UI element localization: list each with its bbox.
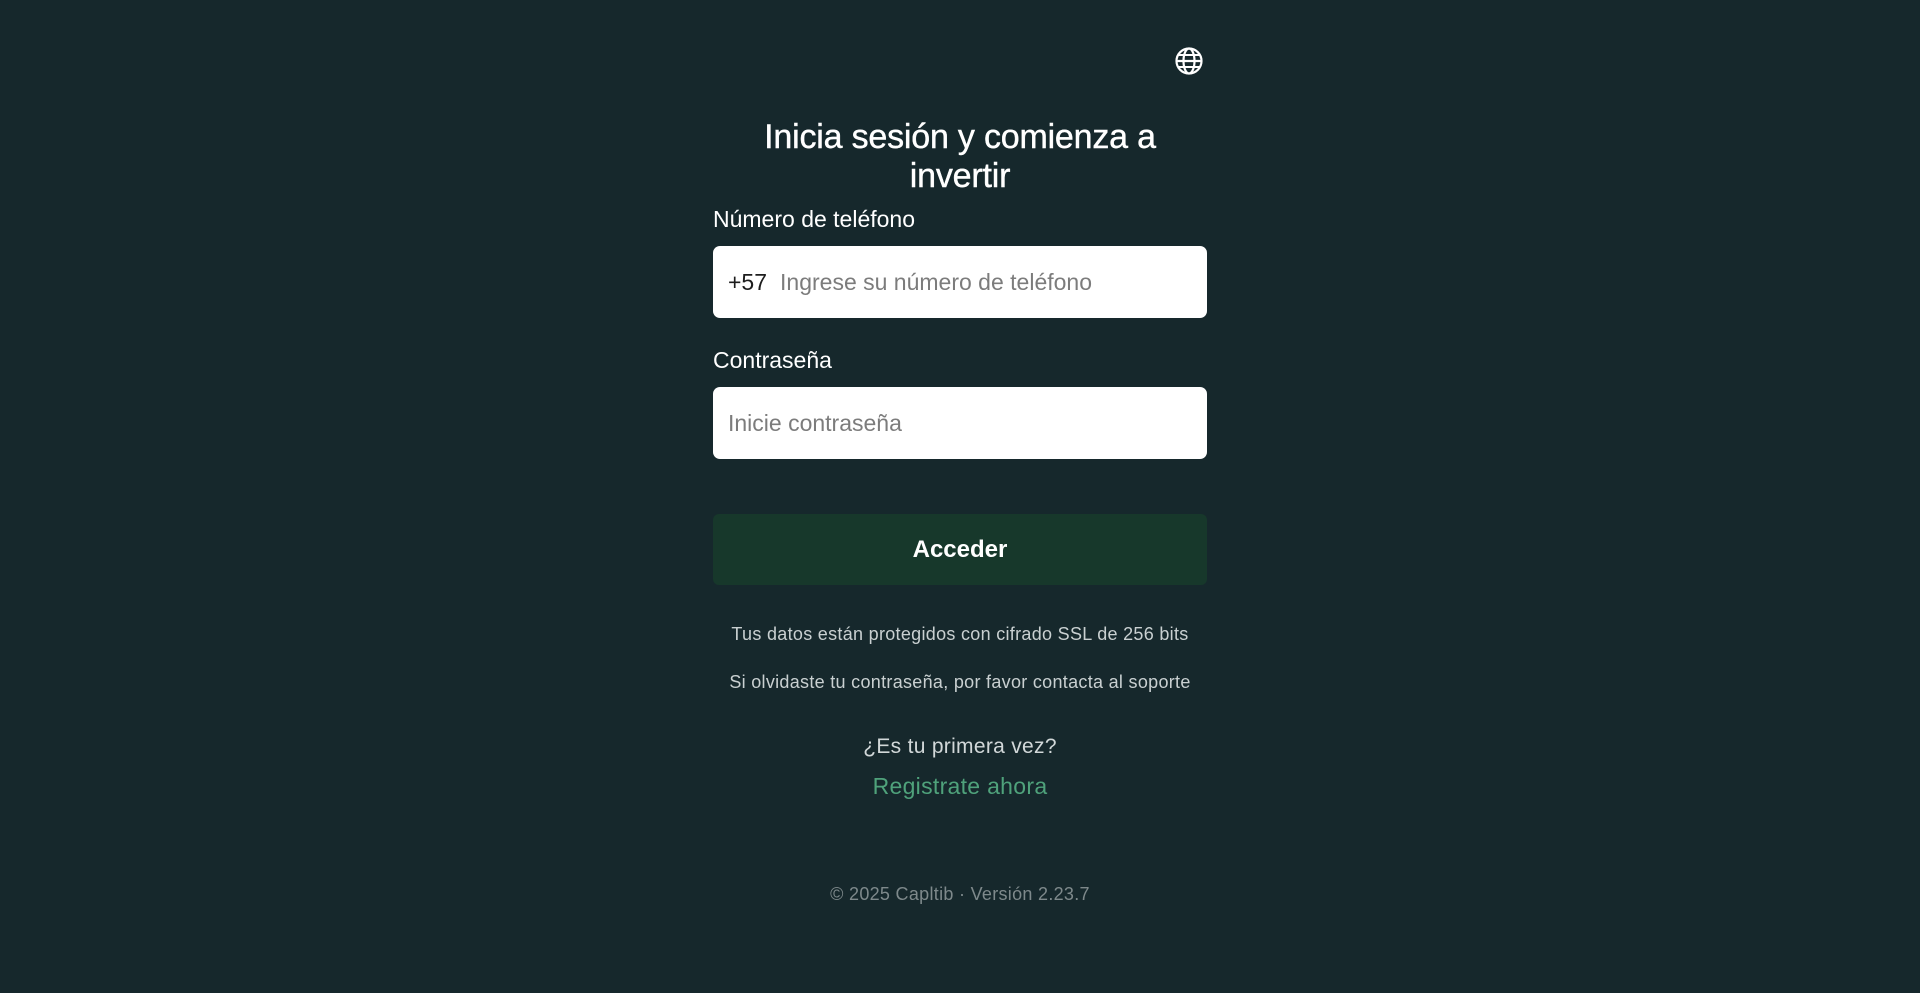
phone-field[interactable]: +57	[713, 246, 1207, 318]
country-code-prefix: +57	[728, 268, 768, 295]
page-title: Inicia sesión y comienza a invertir	[764, 118, 1156, 195]
first-time-text: ¿Es tu primera vez?	[863, 735, 1057, 758]
globe-icon	[1175, 47, 1203, 75]
login-page: Inicia sesión y comienza a invertir Núme…	[0, 0, 1920, 993]
password-label: Contraseña	[713, 347, 832, 373]
footer-copyright: © 2025 Capltib · Versión 2.23.7	[830, 884, 1090, 904]
forgot-password-note: Si olvidaste tu contraseña, por favor co…	[729, 672, 1191, 692]
login-button[interactable]: Acceder	[713, 514, 1207, 585]
language-button[interactable]	[1173, 45, 1205, 77]
password-input[interactable]	[728, 387, 1192, 459]
phone-label: Número de teléfono	[713, 206, 916, 232]
ssl-note: Tus datos están protegidos con cifrado S…	[731, 624, 1189, 644]
phone-input[interactable]	[780, 246, 1192, 318]
register-link[interactable]: Registrate ahora	[713, 773, 1207, 800]
password-field[interactable]	[713, 387, 1207, 459]
